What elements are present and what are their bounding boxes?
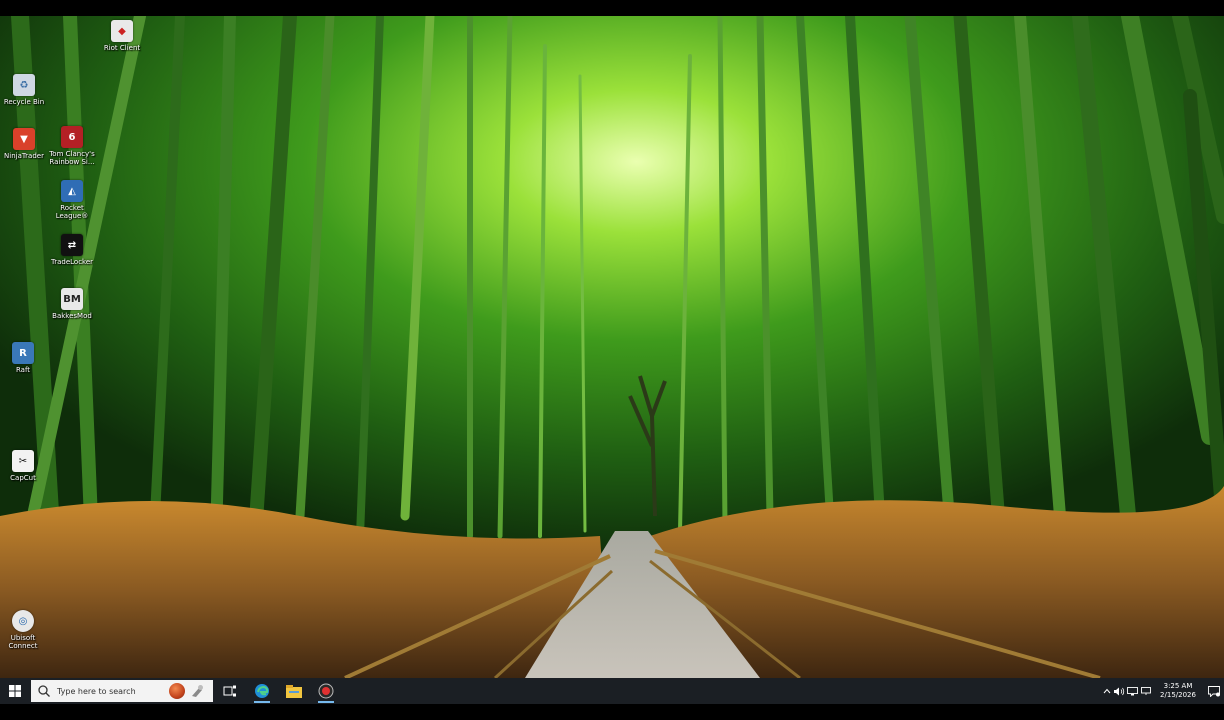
- desktop-icon-rocket-league[interactable]: ◭ Rocket League®: [44, 180, 100, 220]
- tradelocker-icon: ⇄: [61, 234, 83, 256]
- ubisoft-connect-icon: ◎: [12, 610, 34, 632]
- desktop-icon-label: Riot Client: [103, 44, 141, 52]
- input-indicator-button[interactable]: [1139, 678, 1152, 704]
- windows-logo-icon: [9, 685, 21, 697]
- desktop-icon-rainbow-six[interactable]: 6 Tom Clancy's Rainbow Si...: [44, 126, 100, 166]
- taskbar-edge-button[interactable]: [246, 678, 278, 704]
- monitor-icon: [1140, 687, 1151, 695]
- desktop-icon-raft[interactable]: R Raft: [0, 342, 51, 374]
- file-explorer-icon: [286, 684, 302, 698]
- desktop-icon-label: Ubisoft Connect: [8, 634, 38, 650]
- action-center-button[interactable]: [1204, 678, 1224, 704]
- notification-icon: [1208, 685, 1220, 697]
- desktop-icon-label: Rocket League®: [55, 204, 89, 220]
- recording-app-icon: [318, 683, 334, 699]
- raft-icon: R: [12, 342, 34, 364]
- volume-button[interactable]: [1113, 678, 1126, 704]
- desktop-icon-label: NinjaTrader: [4, 152, 44, 160]
- desktop-icon-label: Recycle Bin: [3, 98, 45, 106]
- search-icon: [38, 685, 50, 697]
- desktop-icon-recycle-bin[interactable]: ♻ Recycle Bin: [0, 74, 52, 106]
- basketball-search-highlight-icon[interactable]: [169, 683, 185, 699]
- rocket-league-icon: ◭: [61, 180, 83, 202]
- clock-time: 3:25 AM: [1163, 682, 1193, 690]
- desktop-icon-ubisoft-connect[interactable]: ◎ Ubisoft Connect: [0, 610, 51, 650]
- desktop-icon-capcut[interactable]: ✂ CapCut: [0, 450, 51, 482]
- letterbox-bottom: [0, 704, 1224, 720]
- riot-client-icon: ◆: [111, 20, 133, 42]
- system-tray: 3:25 AM 2/15/2026: [1100, 678, 1224, 704]
- taskbar-clock[interactable]: 3:25 AM 2/15/2026: [1156, 682, 1200, 700]
- speaker-icon: [1114, 687, 1125, 695]
- show-hidden-icons-button[interactable]: [1100, 678, 1113, 704]
- desktop-icon-label: BakkesMod: [52, 312, 92, 320]
- desktop-icon-bakkesmod[interactable]: BM BakkesMod: [44, 288, 100, 320]
- taskbar-file-explorer-button[interactable]: [278, 678, 310, 704]
- desktop-icon-riot-client[interactable]: ◆ Riot Client: [94, 20, 150, 52]
- desktop-icon-label: TradeLocker: [50, 258, 94, 266]
- rainbow-six-icon: 6: [61, 126, 83, 148]
- desktop-icon-tradelocker[interactable]: ⇄ TradeLocker: [44, 234, 100, 266]
- search-placeholder: Type here to search: [57, 686, 136, 696]
- edge-icon: [255, 684, 269, 698]
- desktop-icon-label: Raft: [15, 366, 31, 374]
- desktop-icon-label: Tom Clancy's Rainbow Si...: [49, 150, 95, 166]
- clock-date: 2/15/2026: [1160, 691, 1196, 699]
- chevron-up-icon: [1103, 688, 1110, 694]
- network-button[interactable]: [1126, 678, 1139, 704]
- start-button[interactable]: [0, 678, 30, 704]
- taskbar-recording-app-button[interactable]: [310, 678, 342, 704]
- ninjatrader-icon: ▼: [13, 128, 35, 150]
- taskbar-search-box[interactable]: Type here to search: [31, 680, 213, 702]
- taskbar: Type here to search 3:25 AM 2/15/2026: [0, 678, 1224, 704]
- task-view-button[interactable]: [214, 678, 246, 704]
- letterbox-top: [0, 0, 1224, 16]
- task-view-icon: [223, 685, 236, 697]
- desktop-icon-label: CapCut: [10, 474, 36, 482]
- recycle-bin-icon: ♻: [13, 74, 35, 96]
- bakkesmod-icon: BM: [61, 288, 83, 310]
- network-icon: [1127, 686, 1138, 695]
- desktop-wallpaper[interactable]: [0, 16, 1224, 678]
- capcut-icon: ✂: [12, 450, 34, 472]
- search-highlight-tool-icon[interactable]: [189, 684, 205, 698]
